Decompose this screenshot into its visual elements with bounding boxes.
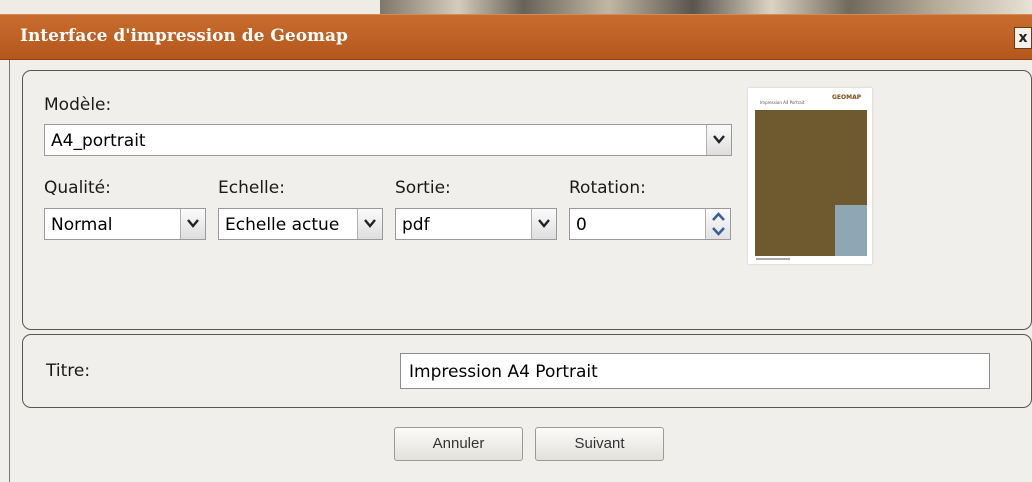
background-photo <box>380 0 1032 14</box>
preview-legend-inset <box>835 205 867 256</box>
chevron-down-icon <box>364 219 376 228</box>
sortie-label: Sortie: <box>395 178 451 198</box>
qualite-label: Qualité: <box>44 178 111 198</box>
spin-down-icon[interactable] <box>706 224 731 239</box>
cancel-button[interactable]: Annuler <box>394 427 523 461</box>
preview-title: Impression A4 Portrait <box>760 100 805 105</box>
modele-dropdown-button[interactable] <box>706 125 731 155</box>
sortie-select[interactable]: pdf <box>395 208 557 240</box>
next-button[interactable]: Suivant <box>535 427 664 461</box>
titre-value: Impression A4 Portrait <box>409 362 598 382</box>
dialog-title: Interface d'impression de Geomap <box>20 26 348 46</box>
preview-footer-line <box>756 258 790 260</box>
echelle-value: Echelle actue <box>225 215 340 235</box>
modele-select[interactable]: A4_portrait <box>44 124 732 156</box>
modele-label: Modèle: <box>44 95 112 115</box>
preview-logo: GEOMAP <box>832 94 862 101</box>
qualite-select[interactable]: Normal <box>44 208 206 240</box>
echelle-select[interactable]: Echelle actue <box>218 208 383 240</box>
dialog-titlebar[interactable]: Interface d'impression de Geomap x <box>0 14 1032 60</box>
sortie-value: pdf <box>402 215 430 235</box>
chevron-down-icon <box>538 219 550 228</box>
chevron-down-icon <box>713 135 725 144</box>
background-map-strip <box>0 0 1032 14</box>
layout-preview-thumbnail: Impression A4 Portrait GEOMAP <box>748 88 872 264</box>
print-settings-panel <box>22 70 1032 330</box>
sortie-dropdown-button[interactable] <box>531 209 556 239</box>
rotation-label: Rotation: <box>569 178 646 198</box>
spin-up-icon[interactable] <box>706 209 731 224</box>
qualite-dropdown-button[interactable] <box>180 209 205 239</box>
rotation-spin-buttons[interactable] <box>705 209 730 239</box>
qualite-value: Normal <box>51 215 113 235</box>
close-icon[interactable]: x <box>1014 27 1032 49</box>
titre-input[interactable]: Impression A4 Portrait <box>400 353 990 389</box>
titre-label: Titre: <box>46 361 91 381</box>
echelle-label: Echelle: <box>218 178 285 198</box>
rotation-value: 0 <box>576 215 587 235</box>
modele-value: A4_portrait <box>51 131 146 151</box>
chevron-down-icon <box>187 219 199 228</box>
echelle-dropdown-button[interactable] <box>357 209 382 239</box>
rotation-spinner[interactable]: 0 <box>569 208 731 240</box>
